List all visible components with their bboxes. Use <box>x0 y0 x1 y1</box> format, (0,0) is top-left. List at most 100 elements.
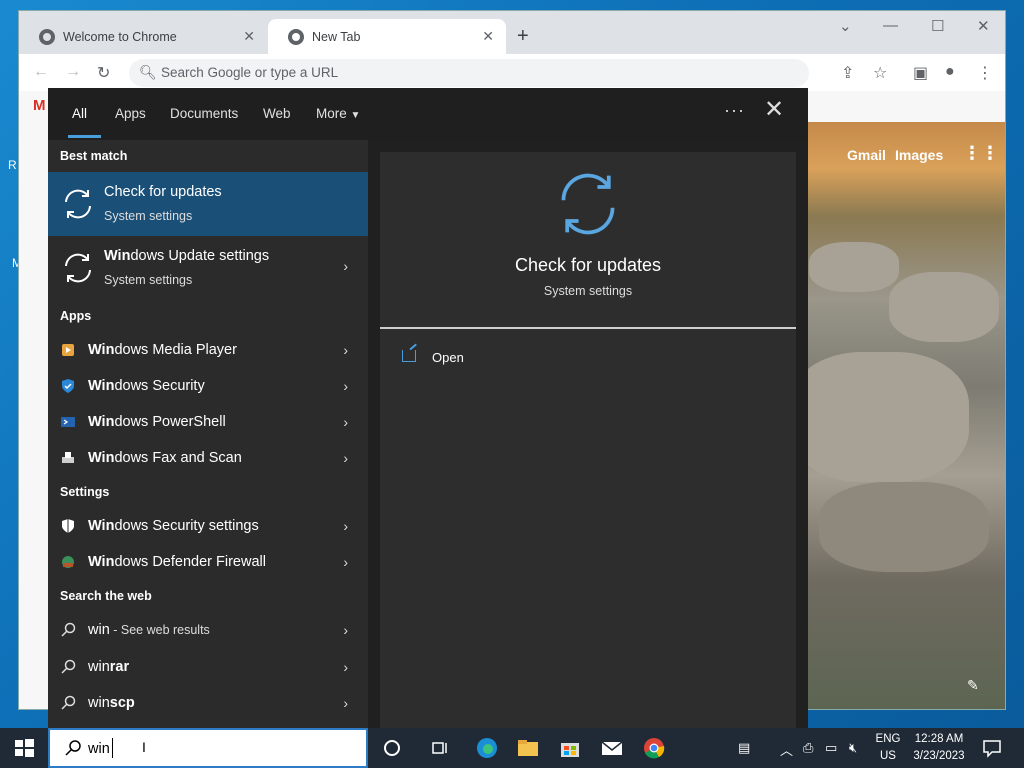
maximize-icon[interactable]: ☐ <box>931 17 944 35</box>
result-label: Windows Media Player <box>88 342 237 358</box>
store-icon[interactable] <box>558 736 582 760</box>
chevron-right-icon[interactable]: › <box>343 342 348 358</box>
chevron-right-icon[interactable]: › <box>343 518 348 534</box>
match-bold: Win <box>88 378 115 394</box>
web-result-winscp[interactable]: winscp › <box>48 685 368 721</box>
search-input[interactable]: win <box>88 741 110 757</box>
match-text: win <box>88 622 110 638</box>
web-result-win[interactable]: win - See web results › <box>48 612 368 648</box>
toolbar: ← → ↻ 🔍︎ Search Google or type a URL ⇪ ☆… <box>19 54 1005 90</box>
result-check-for-updates[interactable]: Check for updates System settings <box>48 172 368 236</box>
powershell-icon <box>61 417 75 427</box>
chevron-right-icon[interactable]: › <box>343 450 348 466</box>
omnibox-placeholder: Search Google or type a URL <box>161 65 339 80</box>
taskbar-search-box[interactable]: win I <box>48 728 368 768</box>
media-player-icon <box>62 344 74 356</box>
chevron-right-icon[interactable]: › <box>343 622 348 638</box>
firewall-icon <box>62 556 74 568</box>
images-link[interactable]: Images <box>895 147 943 163</box>
filter-documents[interactable]: Documents <box>170 106 238 121</box>
shield-icon <box>62 379 74 393</box>
clock[interactable]: 12:28 AM 3/23/2023 <box>906 731 972 765</box>
show-hidden-icons-icon[interactable]: ︿ <box>780 740 793 759</box>
result-windows-update-settings[interactable]: Windows Update settings System settings … <box>48 236 368 300</box>
tab-welcome[interactable]: Welcome to Chrome ✕ <box>19 19 267 54</box>
file-explorer-icon[interactable] <box>516 736 540 760</box>
result-windows-powershell[interactable]: Windows PowerShell › <box>48 404 368 440</box>
side-panel-icon[interactable]: ▣ <box>913 63 928 83</box>
chrome-icon <box>288 28 304 45</box>
match-bold: Win <box>104 248 131 264</box>
mail-icon[interactable] <box>600 736 624 760</box>
profile-icon[interactable]: ● <box>945 63 955 81</box>
filter-all[interactable]: All <box>72 106 87 121</box>
divider <box>380 327 796 329</box>
result-windows-fax-and-scan[interactable]: Windows Fax and Scan › <box>48 440 368 476</box>
active-filter-indicator <box>68 135 101 138</box>
web-result-winrar[interactable]: winrar › <box>48 649 368 685</box>
bookmark-star-icon[interactable]: ☆ <box>873 63 887 83</box>
chevron-right-icon[interactable]: › <box>343 554 348 570</box>
match-bold: Win <box>88 450 115 466</box>
background-image <box>779 122 1005 709</box>
task-view-icon[interactable] <box>428 736 452 760</box>
network-icon[interactable]: ▭ <box>825 740 837 756</box>
close-tab-icon[interactable]: ✕ <box>243 28 255 45</box>
tab-search-icon[interactable]: ⌄ <box>839 17 852 35</box>
result-windows-defender-firewall[interactable]: Windows Defender Firewall › <box>48 544 368 580</box>
result-windows-media-player[interactable]: Windows Media Player › <box>48 332 368 368</box>
search-icon <box>65 740 81 756</box>
results-list: Best match Check for updates System sett… <box>48 140 368 728</box>
cortana-icon[interactable] <box>380 736 404 760</box>
share-icon[interactable]: ⇪ <box>841 63 854 83</box>
reload-icon[interactable]: ↻ <box>97 63 110 83</box>
gmail-logo-icon[interactable]: M <box>33 97 46 114</box>
open-action[interactable]: Open <box>402 348 602 368</box>
filter-apps[interactable]: Apps <box>115 106 146 121</box>
forward-icon[interactable]: → <box>65 63 81 81</box>
chevron-right-icon[interactable]: › <box>343 695 348 711</box>
match-text: win <box>88 695 110 711</box>
chevron-right-icon[interactable]: › <box>343 414 348 430</box>
menu-icon[interactable]: ⋮ <box>977 63 993 83</box>
apps-grid-icon[interactable]: ⋮⋮ <box>963 143 999 164</box>
notifications-icon[interactable] <box>980 736 1004 760</box>
close-icon[interactable]: ✕ <box>764 98 784 122</box>
minimize-icon[interactable]: — <box>883 17 898 34</box>
gmail-link[interactable]: Gmail <box>847 147 886 163</box>
result-windows-security-settings[interactable]: Windows Security settings › <box>48 508 368 544</box>
new-tab-button[interactable]: + <box>517 25 529 48</box>
chrome-icon[interactable] <box>642 736 666 760</box>
news-widget-icon[interactable]: ▤ <box>738 740 750 756</box>
desktop-icon-fragment[interactable]: R <box>8 158 17 172</box>
result-label: Windows PowerShell <box>88 414 226 430</box>
edge-icon[interactable] <box>475 736 499 760</box>
language-indicator[interactable]: ENG US <box>872 731 904 765</box>
see-web-results: - See web results <box>109 623 210 637</box>
customize-pencil-icon[interactable]: ✎ <box>967 677 979 694</box>
close-window-icon[interactable]: ✕ <box>977 17 990 35</box>
chevron-right-icon[interactable]: › <box>343 378 348 394</box>
result-windows-security[interactable]: Windows Security › <box>48 368 368 404</box>
match-bold: Win <box>88 342 115 358</box>
result-title: Check for updates <box>104 184 222 200</box>
rock <box>889 272 999 342</box>
language-label: ENG <box>875 733 901 745</box>
time-label: 12:28 AM <box>914 733 964 745</box>
filter-more[interactable]: More ▼ <box>316 106 360 121</box>
start-button[interactable] <box>0 728 48 768</box>
filter-web[interactable]: Web <box>263 106 291 121</box>
result-label: win - See web results <box>88 622 210 638</box>
more-options-icon[interactable]: ··· <box>724 100 745 121</box>
back-icon[interactable]: ← <box>33 63 49 81</box>
omnibox[interactable]: 🔍︎ Search Google or type a URL <box>129 59 809 87</box>
device-icon[interactable]: ⎙ <box>803 740 813 756</box>
volume-muted-icon[interactable]: 🔇︎ <box>849 740 857 756</box>
rock <box>819 482 989 572</box>
chevron-right-icon[interactable]: › <box>343 659 348 675</box>
chevron-right-icon[interactable]: › <box>343 258 348 274</box>
match-rest: scp <box>109 695 135 711</box>
search-panel: All Apps Documents Web More ▼ ··· ✕ Best… <box>48 88 808 728</box>
tab-new-tab[interactable]: New Tab ✕ <box>268 19 506 54</box>
close-tab-icon[interactable]: ✕ <box>482 28 494 45</box>
